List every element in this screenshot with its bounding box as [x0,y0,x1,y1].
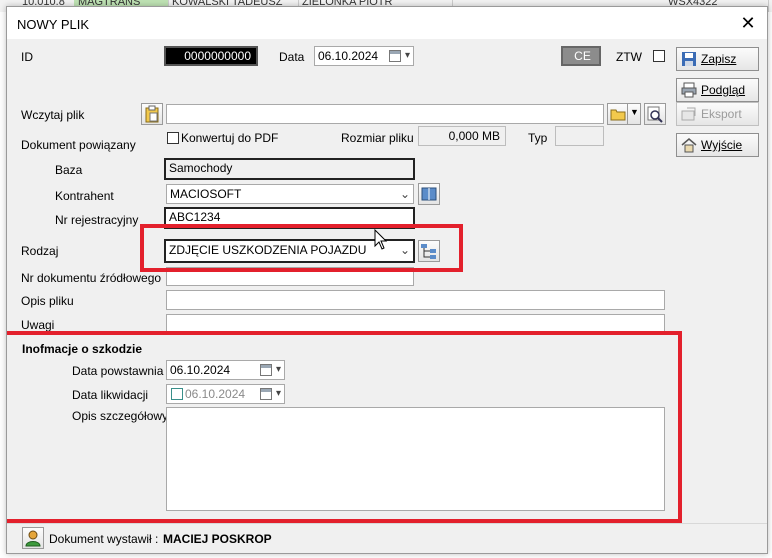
mouse-cursor-icon [374,229,388,250]
tree-icon [421,244,436,259]
details-label: Opis szczegółowy [72,409,169,423]
liquidation-date-field[interactable]: 06.10.2024 ▾ [166,384,285,404]
home-icon [681,138,697,153]
type-label: Typ [528,131,548,145]
folder-dropdown-button[interactable]: ▼ [627,103,641,125]
magnifier-icon [647,106,663,123]
exit-label: Wyjście [701,138,743,152]
printer-icon [681,82,697,98]
id-field: 0000000000 [164,46,258,66]
created-date-label: Data powstawnia [72,364,164,378]
chevron-down-icon: ⌄ [399,187,410,201]
zoom-button[interactable] [644,103,666,125]
chevron-down-icon: ▾ [275,388,281,399]
id-label: ID [21,50,33,64]
contractor-select[interactable]: MACIOSOFT ⌄ [166,184,414,204]
chevron-down-icon: ▾ [275,364,281,375]
contractor-book-button[interactable] [418,183,440,205]
created-date-field[interactable]: 06.10.2024 ▾ [166,360,285,380]
convert-pdf-checkbox[interactable] [167,132,179,144]
type-field [555,126,604,146]
ce-badge: CE [561,46,601,66]
chevron-down-icon: ▼ [630,107,639,117]
user-icon [25,530,41,547]
liquidation-date-value: 06.10.2024 [185,387,246,401]
date-label: Data [279,50,305,64]
date-value: 06.10.2024 [318,49,379,63]
file-path-field[interactable] [166,104,604,124]
export-label: Eksport [701,107,742,121]
kind-value: ZDJĘCIE USZKODZENIA POJAZDU [169,243,367,257]
reg-number-label: Nr rejestracyjny [55,213,139,227]
calendar-icon [260,388,272,400]
export-icon [681,107,696,121]
calendar-icon [389,50,401,62]
calendar-icon [260,364,272,376]
source-doc-field[interactable] [166,267,414,286]
base-label: Baza [55,163,83,177]
exit-button[interactable]: Wyjście [676,133,759,157]
created-date-value: 06.10.2024 [170,363,231,377]
clipboard-icon [145,105,159,123]
kind-label: Rodzaj [21,244,59,258]
save-label: Zapisz [701,52,737,66]
load-file-label: Wczytaj plik [21,108,85,122]
floppy-icon [682,52,696,66]
damage-section-title: Inofmacje o szkodzie [22,342,143,356]
issued-by-label: Dokument wystawił : [49,532,159,546]
close-button[interactable]: ✕ [737,12,759,34]
details-textarea[interactable] [166,407,665,511]
preview-button[interactable]: Podgląd [676,78,759,102]
dialog-title: NOWY PLIK [17,17,90,32]
file-description-label: Opis pliku [21,294,74,308]
user-button[interactable] [22,527,44,549]
status-bar: Dokument wystawił : MACIEJ POSKROP [7,523,767,553]
source-doc-label: Nr dokumentu źródłowego [21,271,162,285]
chevron-down-icon: ▾ [404,50,410,61]
book-icon [421,187,437,201]
folder-icon [610,109,626,121]
paste-file-button[interactable] [141,103,163,125]
remarks-label: Uwagi [21,318,55,332]
contractor-value: MACIOSOFT [170,187,242,201]
ztw-label: ZTW [616,50,642,64]
file-size-field: 0,000 MB [418,126,506,146]
kind-tree-button[interactable] [418,240,440,262]
date-field[interactable]: 06.10.2024 ▾ [314,46,414,66]
open-folder-button[interactable] [607,103,629,125]
liquidation-date-checkbox[interactable] [171,388,183,400]
remarks-field[interactable] [166,314,665,334]
export-button[interactable]: Eksport [676,102,759,126]
title-bar: NOWY PLIK ✕ [7,7,767,39]
liquidation-date-label: Data likwidacji [72,388,149,402]
base-field: Samochody [164,158,415,180]
issued-by-value: MACIEJ POSKROP [163,532,272,546]
convert-pdf-label: Konwertuj do PDF [181,131,279,145]
contractor-label: Kontrahent [55,189,114,203]
ztw-checkbox[interactable] [653,50,665,62]
chevron-down-icon: ⌄ [399,243,410,257]
file-size-label: Rozmiar pliku [341,131,414,145]
save-button[interactable]: Zapisz [676,47,759,71]
reg-number-field[interactable]: ABC1234 [164,207,415,229]
file-description-field[interactable] [166,290,665,310]
related-doc-label: Dokument powiązany [21,138,136,152]
new-file-dialog: NOWY PLIK ✕ ID 0000000000 Data 06.10.202… [6,6,768,554]
preview-label: Podgląd [701,83,746,97]
